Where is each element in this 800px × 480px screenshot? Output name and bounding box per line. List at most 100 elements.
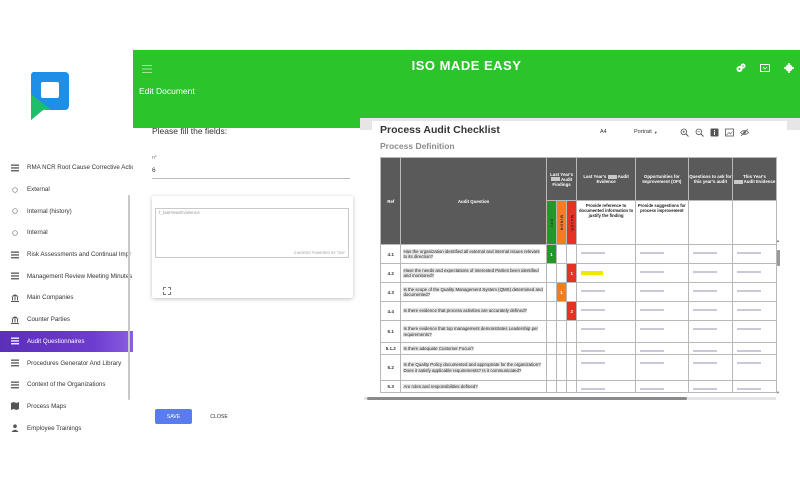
placeholder-line — [639, 388, 664, 391]
minor-value — [555, 380, 568, 394]
info-icon[interactable] — [710, 128, 719, 137]
input-cell[interactable] — [576, 282, 636, 302]
sidebar-item-process-maps[interactable]: Process Maps — [0, 396, 133, 418]
major-value — [566, 354, 578, 382]
input-cell[interactable] — [687, 341, 733, 356]
document-title: Process Audit Checklist — [380, 124, 500, 136]
input-cell[interactable] — [634, 244, 689, 264]
scroll-up-icon[interactable]: ▲ — [776, 238, 780, 243]
page-size-select[interactable]: A4 — [600, 129, 634, 135]
input-cell[interactable] — [687, 244, 733, 264]
save-button[interactable]: SAVE — [155, 409, 192, 424]
sidebar-item-risk-assessments-and-continual-impr[interactable]: Risk Assessments and Continual Impr — [0, 244, 133, 266]
sidebar-item-main-companies[interactable]: Main Companies — [0, 287, 133, 309]
row-question: Is the Quality Policy documented and app… — [400, 354, 547, 382]
sidebar-scrollbar[interactable] — [128, 195, 130, 400]
map-icon — [11, 402, 19, 411]
question-text: Is the Quality Policy documented and app… — [403, 362, 541, 373]
gear-icon[interactable] — [784, 60, 794, 73]
preview-horizontal-scrollbar[interactable] — [367, 397, 687, 400]
visibility-off-icon[interactable] — [739, 128, 750, 137]
input-cell[interactable] — [731, 341, 778, 356]
row-question: Are roles and responsibilities defined? — [400, 380, 547, 394]
ofi-value — [545, 301, 557, 321]
image-icon[interactable] — [725, 128, 734, 137]
col-header-evidence: Last Year's Audit Evidence — [576, 157, 636, 201]
question-text: Has the organization identified all exte… — [403, 248, 540, 259]
orientation-select[interactable]: Portrait ▼ — [634, 129, 674, 135]
placeholder-line — [639, 362, 664, 365]
input-cell[interactable] — [731, 282, 778, 302]
sidebar-item-procedures-generator-and-library[interactable]: Procedures Generator And Library — [0, 352, 133, 374]
sidebar-item-label: Internal (history) — [27, 207, 72, 215]
input-cell[interactable] — [576, 354, 636, 382]
circle-icon — [11, 229, 19, 237]
placeholder-line — [639, 309, 664, 312]
settings-gears-icon[interactable] — [736, 60, 746, 72]
minor-value — [555, 354, 568, 382]
top-header: ISO MADE EASY Edit Document — [133, 50, 800, 128]
input-cell[interactable] — [576, 341, 636, 356]
placeholder-line — [639, 328, 664, 331]
scroll-down-icon[interactable]: ▼ — [776, 390, 780, 395]
question-text: Is there evidence that process activitie… — [403, 308, 527, 314]
sidebar-item-rma-ncr-root-cause-corrective-actio[interactable]: RMA NCR Root Cause Corrective Actio — [0, 157, 133, 179]
document-preview: Process Audit Checklist Process Definiti… — [372, 121, 787, 403]
input-cell[interactable] — [731, 320, 778, 343]
fullscreen-icon[interactable] — [760, 60, 770, 72]
sidebar-item-employee-trainings[interactable]: Employee Trainings — [0, 417, 133, 439]
input-cell[interactable] — [634, 341, 689, 356]
sidebar-item-management-review-meeting-minutes[interactable]: Management Review Meeting Minutes — [0, 265, 133, 287]
input-cell[interactable] — [634, 301, 689, 321]
form-title: Please fill the fields: — [152, 126, 228, 136]
input-cell[interactable] — [731, 244, 778, 264]
input-cell[interactable] — [576, 380, 636, 394]
sidebar-item-counter-parties[interactable]: Counter Parties — [0, 309, 133, 331]
input-cell[interactable] — [687, 354, 733, 382]
major-column-label: M A J O R — [566, 200, 578, 245]
bank-icon — [11, 315, 19, 324]
minor-value — [555, 301, 568, 321]
placeholder-line — [736, 290, 761, 293]
input-cell[interactable] — [731, 263, 778, 283]
question-text: Is there evidence that top management de… — [403, 326, 538, 337]
input-cell[interactable] — [634, 282, 689, 302]
input-cell[interactable] — [634, 263, 689, 283]
number-field[interactable]: 6 — [152, 167, 156, 174]
placeholder-line — [736, 350, 761, 353]
expand-icon[interactable] — [163, 282, 171, 295]
placeholder-line — [581, 309, 606, 312]
sidebar-item-label: Audit Questionnaires — [27, 337, 85, 345]
input-cell[interactable] — [687, 320, 733, 343]
sidebar-item-audit-questionnaires[interactable]: Audit Questionnaires — [0, 330, 133, 353]
input-cell[interactable] — [731, 301, 778, 321]
list-icon — [11, 381, 19, 389]
ofi-column-label: O F I — [545, 200, 557, 245]
input-cell[interactable] — [687, 380, 733, 394]
input-cell[interactable] — [634, 320, 689, 343]
input-cell[interactable] — [634, 380, 689, 394]
input-cell[interactable] — [576, 320, 636, 343]
ofi-value — [545, 354, 557, 382]
input-cell[interactable] — [576, 263, 636, 283]
input-cell[interactable] — [731, 380, 778, 394]
input-cell[interactable] — [687, 263, 733, 283]
input-cell[interactable] — [687, 301, 733, 321]
preview-vertical-scrollbar[interactable] — [777, 250, 780, 266]
table-row: 5.2 Is the Quality Policy documented and … — [379, 354, 778, 382]
input-cell[interactable] — [687, 282, 733, 302]
input-cell[interactable] — [731, 354, 778, 382]
input-cell[interactable] — [576, 244, 636, 264]
sidebar-item-internal-history[interactable]: Internal (history) — [0, 200, 133, 222]
sidebar-item-context-of-the-organizations[interactable]: Context of the Organizations — [0, 374, 133, 396]
placeholder-line — [639, 290, 664, 293]
input-cell[interactable] — [576, 301, 636, 321]
sidebar-item-external[interactable]: External — [0, 179, 133, 201]
zoom-out-icon[interactable] — [695, 128, 704, 137]
sidebar-item-internal[interactable]: Internal — [0, 222, 133, 244]
list-icon — [11, 272, 19, 280]
zoom-in-icon[interactable] — [680, 128, 689, 137]
input-cell[interactable] — [634, 354, 689, 382]
close-button[interactable]: CLOSE — [206, 409, 232, 424]
row-question: Is there evidence that top management de… — [400, 320, 547, 343]
